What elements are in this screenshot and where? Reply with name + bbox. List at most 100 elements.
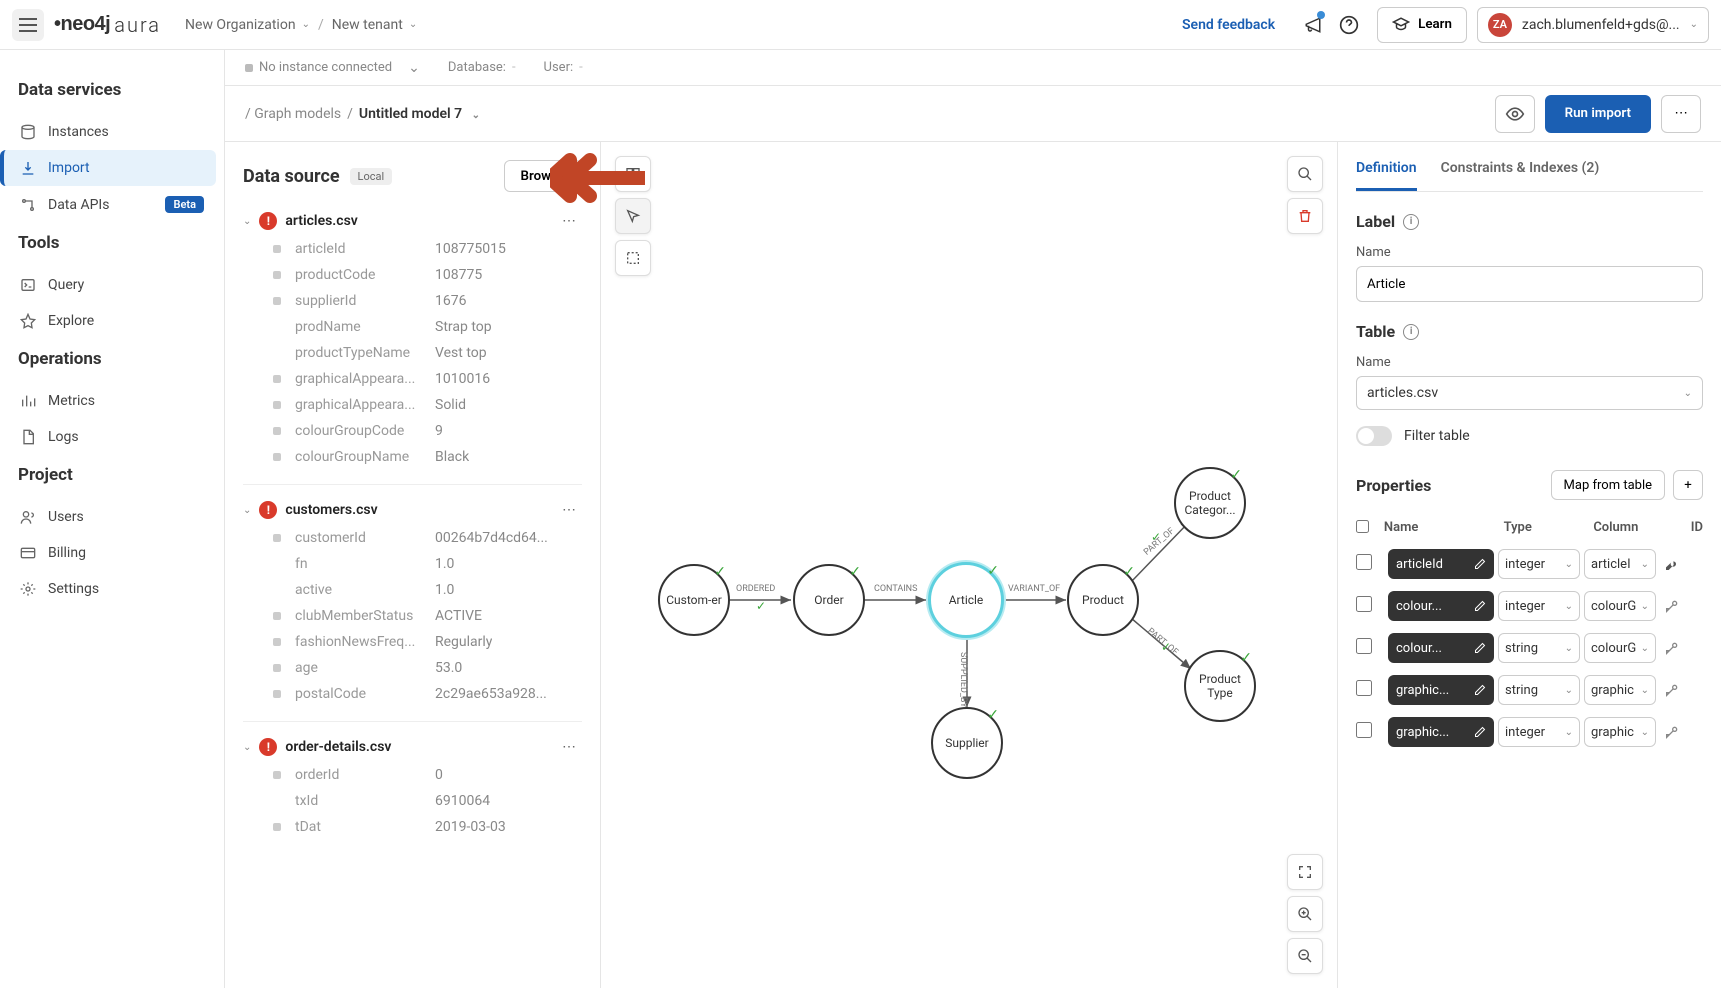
key-icon[interactable] xyxy=(1660,682,1684,698)
beta-badge: Beta xyxy=(165,196,204,213)
info-icon[interactable]: i xyxy=(1403,324,1419,340)
sidebar-item-users[interactable]: Users xyxy=(8,499,216,535)
key-icon[interactable] xyxy=(1660,724,1684,740)
send-feedback-link[interactable]: Send feedback xyxy=(1182,17,1275,33)
column-select[interactable]: colourG⌄ xyxy=(1584,633,1656,663)
type-select[interactable]: string⌄ xyxy=(1498,633,1580,663)
menu-button[interactable] xyxy=(12,9,44,41)
sidebar-item-metrics[interactable]: Metrics xyxy=(8,383,216,419)
column-select[interactable]: graphic⌄ xyxy=(1584,675,1656,705)
graph-canvas[interactable]: ORDERED ✓ CONTAINS VARIANT_OF SUPPLIED_B… xyxy=(601,142,1337,988)
database-icon xyxy=(20,124,36,140)
check-icon: ✓ xyxy=(1151,530,1161,544)
row-checkbox[interactable] xyxy=(1356,638,1372,654)
help-button[interactable] xyxy=(1331,7,1367,43)
sidebar-item-data-apis[interactable]: Data APIs Beta xyxy=(8,186,216,223)
notifications-button[interactable] xyxy=(1295,7,1331,43)
zoom-in-button[interactable] xyxy=(1287,896,1323,932)
model-name-dropdown[interactable]: Untitled model 7 ⌄ xyxy=(359,106,480,122)
file-section: ⌄ ! customers.csv ⋯ customerId00264b7d4c… xyxy=(243,495,582,722)
main-area: No instance connected ⌄ Database: - User… xyxy=(225,50,1721,988)
learn-button[interactable]: Learn xyxy=(1377,7,1467,43)
label-name-input[interactable] xyxy=(1356,266,1703,302)
sidebar-item-logs[interactable]: Logs xyxy=(8,419,216,455)
row-checkbox[interactable] xyxy=(1356,722,1372,738)
tenant-dropdown[interactable]: New tenant ⌄ xyxy=(332,17,417,33)
select-all-checkbox[interactable] xyxy=(1356,520,1369,533)
more-actions-button[interactable]: ⋯ xyxy=(1661,95,1701,133)
table-select[interactable]: articles.csv⌄ xyxy=(1356,376,1703,410)
column-select[interactable]: colourG⌄ xyxy=(1584,591,1656,621)
graph-node-customer[interactable]: Custom-er✓ xyxy=(658,564,730,636)
column-select[interactable]: articleI⌄ xyxy=(1584,549,1656,579)
property-name-chip[interactable]: graphic... xyxy=(1388,717,1494,747)
filter-table-toggle[interactable] xyxy=(1356,426,1392,446)
sidebar-item-import[interactable]: Import xyxy=(0,150,216,186)
file-header[interactable]: ⌄ ! order-details.csv ⋯ xyxy=(243,732,582,762)
database-label: Database: - xyxy=(448,60,516,75)
explore-icon xyxy=(20,313,36,329)
file-header[interactable]: ⌄ ! articles.csv ⋯ xyxy=(243,206,582,236)
edge-label: VARIANT_OF xyxy=(1008,584,1060,594)
add-property-button[interactable]: + xyxy=(1673,470,1703,500)
property-name-chip[interactable]: colour... xyxy=(1388,591,1494,621)
breadcrumb-graph-models[interactable]: / Graph models xyxy=(245,106,341,122)
type-select[interactable]: string⌄ xyxy=(1498,675,1580,705)
property-name-chip[interactable]: colour... xyxy=(1388,633,1494,663)
sidebar-item-instances[interactable]: Instances xyxy=(8,114,216,150)
pencil-icon xyxy=(1474,558,1486,570)
graph-node-product-type[interactable]: Product Type✓ xyxy=(1184,650,1256,722)
section-label: Label i xyxy=(1356,212,1703,231)
org-dropdown[interactable]: New Organization ⌄ xyxy=(185,17,310,33)
key-icon[interactable] xyxy=(1660,556,1684,572)
graph-node-product[interactable]: Product✓ xyxy=(1067,564,1139,636)
map-from-table-button[interactable]: Map from table xyxy=(1551,470,1665,500)
tab-definition[interactable]: Definition xyxy=(1356,160,1417,191)
property-name-chip[interactable]: articleId xyxy=(1388,549,1494,579)
check-icon: ✓ xyxy=(1240,650,1252,666)
delete-button[interactable] xyxy=(1287,198,1323,234)
detail-panel: Definition Constraints & Indexes (2) Lab… xyxy=(1337,142,1721,988)
graph-node-supplier[interactable]: Supplier✓ xyxy=(931,707,1003,779)
file-more-button[interactable]: ⋯ xyxy=(556,213,582,229)
column-select[interactable]: graphic⌄ xyxy=(1584,717,1656,747)
api-icon xyxy=(20,197,36,213)
key-icon[interactable] xyxy=(1660,598,1684,614)
property-row: colour... string⌄ colourG⌄ xyxy=(1356,627,1703,669)
sidebar-item-query[interactable]: Query xyxy=(8,267,216,303)
file-header[interactable]: ⌄ ! customers.csv ⋯ xyxy=(243,495,582,525)
row-checkbox[interactable] xyxy=(1356,680,1372,696)
instance-dropdown[interactable]: No instance connected ⌄ xyxy=(245,60,420,76)
fit-button[interactable] xyxy=(1287,854,1323,890)
select-tool-button[interactable] xyxy=(615,240,651,276)
info-icon[interactable]: i xyxy=(1403,214,1419,230)
file-more-button[interactable]: ⋯ xyxy=(556,739,582,755)
tab-constraints[interactable]: Constraints & Indexes (2) xyxy=(1441,160,1600,191)
type-select[interactable]: integer⌄ xyxy=(1498,591,1580,621)
edge-label: SUPPLIED_BY xyxy=(958,652,968,708)
type-select[interactable]: integer⌄ xyxy=(1498,549,1580,579)
user-menu[interactable]: ZA zach.blumenfeld+gds@... ⌄ xyxy=(1477,7,1709,43)
run-import-button[interactable]: Run import xyxy=(1545,95,1651,133)
zoom-in-icon xyxy=(1297,906,1313,922)
zoom-out-button[interactable] xyxy=(1287,938,1323,974)
row-checkbox[interactable] xyxy=(1356,554,1372,570)
sidebar-item-settings[interactable]: Settings xyxy=(8,571,216,607)
type-select[interactable]: integer⌄ xyxy=(1498,717,1580,747)
graph-node-product-category[interactable]: Product Categor...✓ xyxy=(1174,467,1246,539)
graph-node-order[interactable]: Order✓ xyxy=(793,564,865,636)
metrics-icon xyxy=(20,393,36,409)
logs-icon xyxy=(20,429,36,445)
check-icon: ✓ xyxy=(987,707,999,723)
sidebar-item-explore[interactable]: Explore xyxy=(8,303,216,339)
property-name-chip[interactable]: graphic... xyxy=(1388,675,1494,705)
sidebar-item-billing[interactable]: Billing xyxy=(8,535,216,571)
key-icon[interactable] xyxy=(1660,640,1684,656)
search-canvas-button[interactable] xyxy=(1287,156,1323,192)
graph-node-article[interactable]: Article✓ xyxy=(928,562,1004,638)
logo-aura: aura xyxy=(114,13,161,37)
preview-button[interactable] xyxy=(1495,95,1535,133)
row-checkbox[interactable] xyxy=(1356,596,1372,612)
file-more-button[interactable]: ⋯ xyxy=(556,502,582,518)
hamburger-icon xyxy=(19,18,37,32)
